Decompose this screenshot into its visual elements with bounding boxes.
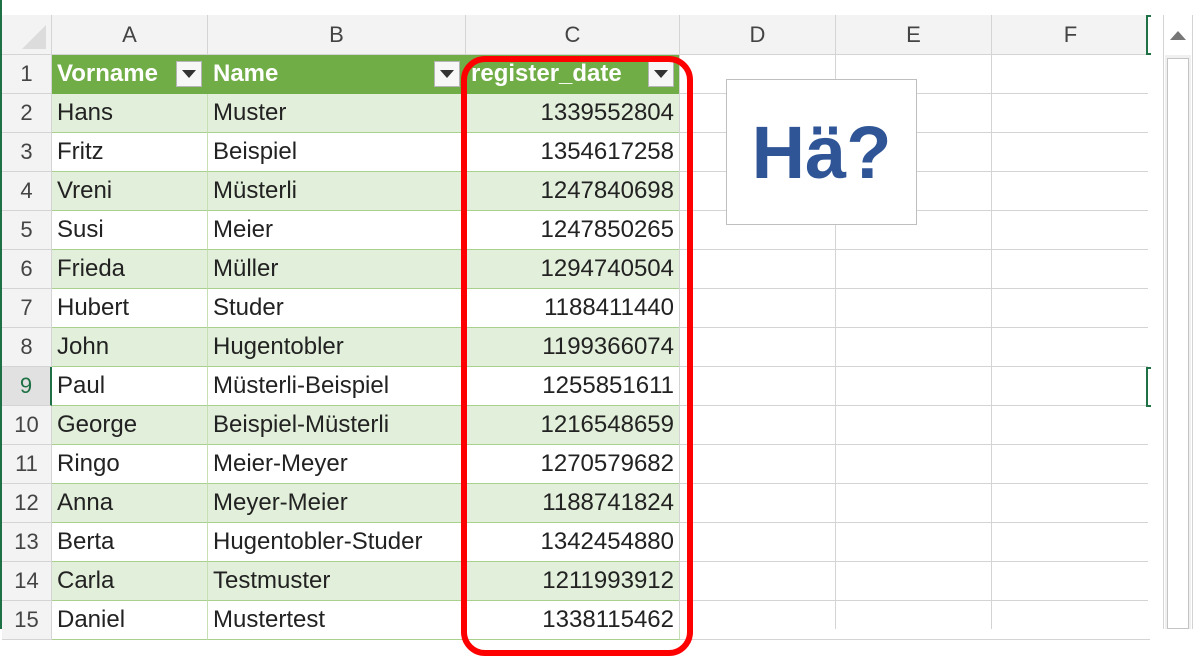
table-cell[interactable]: 1342454880 [466, 523, 680, 562]
table-cell[interactable]: George [52, 406, 208, 445]
table-cell[interactable]: Ringo [52, 445, 208, 484]
chevron-down-icon [182, 70, 196, 78]
gridline [680, 327, 1150, 328]
gridline [680, 522, 1150, 523]
table-cell[interactable]: Frieda [52, 250, 208, 289]
table-cell[interactable]: Meier [208, 211, 466, 250]
scroll-up-button[interactable] [1165, 17, 1191, 53]
table-cell[interactable]: Hubert [52, 289, 208, 328]
table-cell[interactable]: 1294740504 [466, 250, 680, 289]
gridline [680, 600, 1150, 601]
table-cell[interactable]: Mustertest [208, 601, 466, 640]
column-header-f[interactable]: F [992, 15, 1150, 55]
table-cell[interactable]: 1354617258 [466, 133, 680, 172]
table-header-label: register_date [471, 60, 622, 87]
table-cell[interactable]: Müsterli [208, 172, 466, 211]
table-cell[interactable]: Paul [52, 367, 208, 406]
split-marker-top [1146, 15, 1151, 55]
row-header-6[interactable]: 6 [2, 250, 52, 289]
select-all-corner[interactable] [2, 15, 52, 55]
table-cell[interactable]: 1247850265 [466, 211, 680, 250]
table-header-cell[interactable]: Vorname [52, 55, 208, 94]
gridline [680, 561, 1150, 562]
gridline [991, 55, 992, 629]
table-cell[interactable]: 1216548659 [466, 406, 680, 445]
filter-dropdown-button[interactable] [648, 61, 674, 87]
row-header-12[interactable]: 12 [2, 484, 52, 523]
chevron-up-icon [1170, 30, 1186, 40]
row-header-8[interactable]: 8 [2, 328, 52, 367]
spreadsheet: ABCDEF 1 2 3 4 5 6 7 8 9 10 11 12 13 14 15 Vorname Name… [0, 0, 1200, 656]
table-cell[interactable]: Hugentobler [208, 328, 466, 367]
row-header-2[interactable]: 2 [2, 94, 52, 133]
row-header-7[interactable]: 7 [2, 289, 52, 328]
gridline [680, 405, 1150, 406]
gridline [679, 55, 680, 629]
row-header-3[interactable]: 3 [2, 133, 52, 172]
column-header-e[interactable]: E [836, 15, 992, 55]
gridline [680, 249, 1150, 250]
chevron-down-icon [440, 70, 454, 78]
row-header-13[interactable]: 13 [2, 523, 52, 562]
table-cell[interactable]: Beispiel-Müsterli [208, 406, 466, 445]
column-header-a[interactable]: A [52, 15, 208, 55]
column-header-c[interactable]: C [466, 15, 680, 55]
gridline [680, 444, 1150, 445]
column-header-b[interactable]: B [208, 15, 466, 55]
table-cell[interactable]: John [52, 328, 208, 367]
table-cell[interactable]: Vreni [52, 172, 208, 211]
row-header-10[interactable]: 10 [2, 406, 52, 445]
active-row-marker [1146, 367, 1151, 407]
table-cell[interactable]: 1199366074 [466, 328, 680, 367]
table-header-cell[interactable]: Name [208, 55, 466, 94]
gridline [680, 288, 1150, 289]
table-cell[interactable]: Studer [208, 289, 466, 328]
chevron-down-icon [654, 70, 668, 78]
scrollbar-thumb[interactable] [1167, 58, 1189, 629]
top-strip [0, 0, 1200, 15]
table-cell[interactable]: Daniel [52, 601, 208, 640]
question-callout: Hä? [726, 79, 917, 225]
table-cell[interactable]: Müsterli-Beispiel [208, 367, 466, 406]
split-area [1148, 15, 1158, 629]
table-cell[interactable]: Beispiel [208, 133, 466, 172]
table-cell[interactable]: Meyer-Meier [208, 484, 466, 523]
table-cell[interactable]: Müller [208, 250, 466, 289]
row-header-14[interactable]: 14 [2, 562, 52, 601]
table-header-label: Name [213, 60, 279, 87]
table-cell[interactable]: 1188411440 [466, 289, 680, 328]
gridline [680, 483, 1150, 484]
table-cell[interactable]: 1188741824 [466, 484, 680, 523]
table-cell[interactable]: 1270579682 [466, 445, 680, 484]
table-cell[interactable]: Hans [52, 94, 208, 133]
table-cell[interactable]: Meier-Meyer [208, 445, 466, 484]
row-header-1[interactable]: 1 [2, 55, 52, 94]
gridline [680, 366, 1150, 367]
table-cell[interactable]: Susi [52, 211, 208, 250]
table-header-label: Vorname [57, 60, 158, 87]
table-cell[interactable]: Berta [52, 523, 208, 562]
row-header-11[interactable]: 11 [2, 445, 52, 484]
table-cell[interactable]: Anna [52, 484, 208, 523]
table-cell[interactable]: 1338115462 [466, 601, 680, 640]
filter-dropdown-button[interactable] [434, 61, 460, 87]
row-header-15[interactable]: 15 [2, 601, 52, 640]
table-cell[interactable]: 1339552804 [466, 94, 680, 133]
table-cell[interactable]: 1255851611 [466, 367, 680, 406]
table-cell[interactable]: Hugentobler-Studer [208, 523, 466, 562]
table-cell[interactable]: Muster [208, 94, 466, 133]
row-header-4[interactable]: 4 [2, 172, 52, 211]
filter-dropdown-button[interactable] [176, 61, 202, 87]
table-header-cell[interactable]: register_date [466, 55, 680, 94]
table-cell[interactable]: Carla [52, 562, 208, 601]
table-cell[interactable]: 1211993912 [466, 562, 680, 601]
table-cell[interactable]: 1247840698 [466, 172, 680, 211]
table-cell[interactable]: Fritz [52, 133, 208, 172]
gridline [680, 639, 1150, 640]
table-cell[interactable]: Testmuster [208, 562, 466, 601]
row-header-9[interactable]: 9 [2, 367, 52, 406]
column-header-d[interactable]: D [680, 15, 836, 55]
row-header-5[interactable]: 5 [2, 211, 52, 250]
